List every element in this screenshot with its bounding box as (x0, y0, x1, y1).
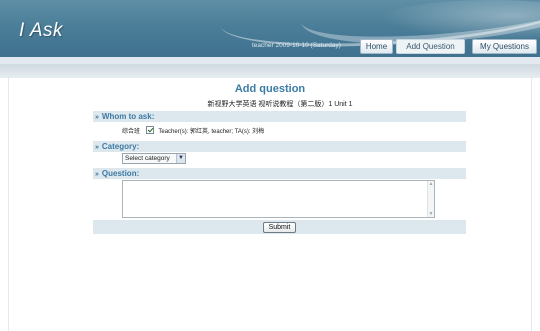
section-whom-to-ask: » Whom to ask: (93, 111, 466, 122)
section-label: Whom to ask: (101, 112, 155, 121)
section-label: Question: (101, 169, 140, 178)
section-category: » Category: (93, 141, 466, 152)
scroll-up-icon[interactable]: ▲ (428, 181, 434, 187)
bullet-icon: » (95, 171, 99, 178)
recipient-row: 综合班 Teacher(s): 郭红英, teacher; TA(s): 刘梅 (122, 126, 264, 137)
section-question: » Question: (93, 168, 466, 179)
nav-add-question-button[interactable]: Add Question (396, 39, 465, 54)
submit-button[interactable]: Submit (263, 222, 296, 233)
app-header: I Ask teacher 2009-10-10 (Saturday) Home… (0, 0, 540, 57)
page-title: Add question (234, 83, 306, 95)
bullet-icon: » (95, 144, 99, 151)
toolbar-band (0, 64, 540, 78)
section-label: Category: (101, 142, 140, 151)
textarea-scrollbar[interactable]: ▲ ▼ (427, 181, 434, 217)
course-name: 新视野大学英语 视听说教程（第二版）1 Unit 1 (207, 101, 353, 108)
class-group-label: 综合班 (122, 129, 141, 135)
recipient-checkbox[interactable] (145, 126, 154, 134)
nav-home-button[interactable]: Home (360, 39, 393, 54)
bullet-icon: » (95, 114, 99, 121)
user-info: teacher 2009-10-10 (Saturday) (252, 42, 341, 49)
category-selected-value: Select category (125, 155, 170, 162)
question-textarea[interactable]: ▲ ▼ (122, 180, 435, 218)
category-select[interactable]: Select category ▼ (122, 153, 186, 164)
app-logo: I Ask (19, 20, 64, 41)
scroll-down-icon[interactable]: ▼ (428, 211, 434, 217)
chevron-down-icon[interactable]: ▼ (176, 154, 185, 163)
recipient-names: Teacher(s): 郭红英, teacher; TA(s): 刘梅 (158, 129, 265, 135)
header-divider (0, 57, 540, 64)
nav-my-questions-button[interactable]: My Questions (472, 39, 537, 54)
